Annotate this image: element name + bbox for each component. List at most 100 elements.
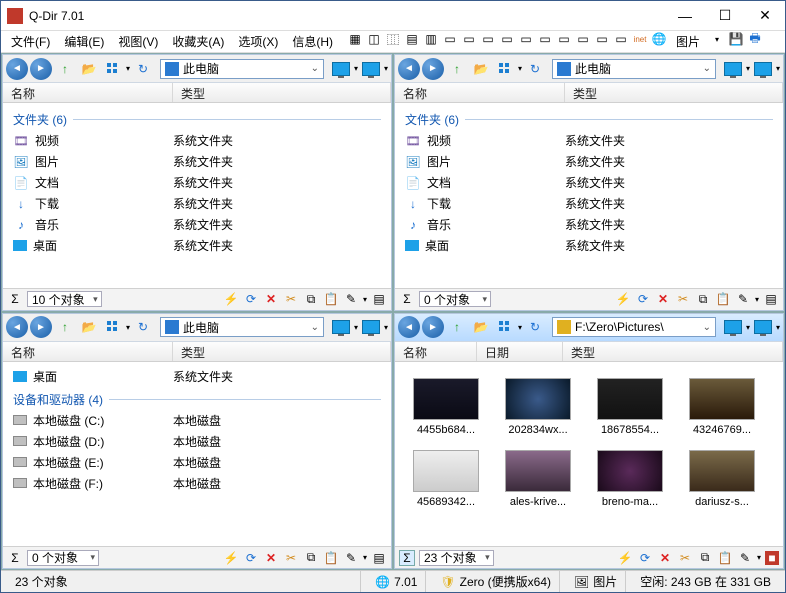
back-button[interactable]: ◄ [6, 58, 28, 80]
paste-icon[interactable]: 📋 [715, 291, 731, 307]
list-item[interactable]: 🎞视频系统文件夹 [3, 130, 391, 151]
menu-favorites[interactable]: 收藏夹(A) [166, 31, 230, 52]
list-item[interactable]: 🖼图片系统文件夹 [395, 151, 783, 172]
refresh-button[interactable]: ↻ [524, 58, 546, 80]
monitor-button[interactable] [330, 316, 352, 338]
group-drives[interactable]: 设备和驱动器 (4) [3, 387, 391, 410]
monitor-button[interactable] [360, 58, 382, 80]
forward-button[interactable]: ► [30, 316, 52, 338]
dropdown-icon[interactable]: ▾ [354, 323, 358, 332]
chevron-down-icon[interactable]: ⌄ [311, 63, 319, 74]
layout-icon[interactable]: ▭ [556, 31, 572, 47]
up-button[interactable]: ↑ [446, 58, 468, 80]
delete-icon[interactable]: ✕ [655, 291, 671, 307]
up-button[interactable]: ↑ [446, 316, 468, 338]
thumbnail[interactable]: 202834wx... [501, 378, 575, 436]
sigma-icon[interactable]: Σ [7, 291, 23, 307]
monitor-button[interactable] [360, 316, 382, 338]
layout-icon[interactable]: ▭ [461, 31, 477, 47]
status-count[interactable]: 0 个对象 [27, 550, 99, 566]
list-item[interactable]: 本地磁盘 (D:)本地磁盘 [3, 431, 391, 452]
lightning-icon[interactable]: ⚡ [223, 550, 239, 566]
cut-icon[interactable]: ✂ [675, 291, 691, 307]
refresh-button[interactable]: ↻ [132, 58, 154, 80]
folder-button[interactable]: 📂 [78, 316, 100, 338]
group-folders[interactable]: 文件夹 (6) [395, 107, 783, 130]
monitor-button[interactable] [722, 58, 744, 80]
forward-button[interactable]: ► [422, 58, 444, 80]
file-list[interactable]: 文件夹 (6) 🎞视频系统文件夹🖼图片系统文件夹📄文档系统文件夹↓下载系统文件夹… [395, 103, 783, 288]
menu-edit[interactable]: 编辑(E) [58, 31, 110, 52]
layout-icon[interactable]: ▭ [442, 31, 458, 47]
back-button[interactable]: ◄ [398, 316, 420, 338]
thumbnail[interactable]: dariusz-s... [685, 450, 759, 508]
list-item[interactable]: 桌面系统文件夹 [395, 235, 783, 256]
dropdown-icon[interactable]: ▾ [746, 64, 750, 73]
dropdown-icon[interactable]: ▾ [126, 64, 130, 73]
layout-icon[interactable]: ▭ [575, 31, 591, 47]
address-bar[interactable]: 此电脑 ⌄ [160, 59, 324, 79]
edit-icon[interactable]: ✎ [343, 550, 359, 566]
dropdown-icon[interactable]: ▾ [755, 295, 759, 304]
back-button[interactable]: ◄ [6, 316, 28, 338]
address-bar[interactable]: F:\Zero\Pictures\ ⌄ [552, 317, 716, 337]
close-button[interactable]: ✕ [745, 2, 785, 30]
status-count[interactable]: 0 个对象 [419, 291, 491, 307]
chevron-down-icon[interactable]: ⌄ [311, 322, 319, 333]
col-name[interactable]: 名称 [395, 342, 477, 361]
monitor-button[interactable] [752, 58, 774, 80]
list-item[interactable]: 本地磁盘 (E:)本地磁盘 [3, 452, 391, 473]
dropdown-icon[interactable]: ▾ [518, 64, 522, 73]
layout-icon[interactable]: ▤ [404, 31, 420, 47]
back-button[interactable]: ◄ [398, 58, 420, 80]
list-item[interactable]: 🖼图片系统文件夹 [3, 151, 391, 172]
view-button[interactable] [102, 58, 124, 80]
col-type[interactable]: 类型 [565, 83, 783, 102]
dropdown-icon[interactable]: ▾ [363, 553, 367, 562]
chevron-down-icon[interactable]: ⌄ [703, 322, 711, 333]
list-item[interactable]: 📄文档系统文件夹 [3, 172, 391, 193]
layout-icon[interactable]: ▭ [613, 31, 629, 47]
cut-icon[interactable]: ✂ [677, 550, 693, 566]
edit-icon[interactable]: ✎ [343, 291, 359, 307]
layout-icon[interactable]: ◫ [366, 31, 382, 47]
layout-icon[interactable]: ▭ [537, 31, 553, 47]
file-list[interactable]: 文件夹 (6) 🎞视频系统文件夹🖼图片系统文件夹📄文档系统文件夹↓下载系统文件夹… [3, 103, 391, 288]
copy-icon[interactable]: ⧉ [303, 550, 319, 566]
address-bar[interactable]: 此电脑 ⌄ [160, 317, 324, 337]
list-item[interactable]: ↓下载系统文件夹 [3, 193, 391, 214]
thumbnail[interactable]: 18678554... [593, 378, 667, 436]
delete-icon[interactable]: ✕ [263, 550, 279, 566]
view-button[interactable] [494, 58, 516, 80]
cut-icon[interactable]: ✂ [283, 291, 299, 307]
folder-button[interactable]: 📂 [78, 58, 100, 80]
layout-icon[interactable]: ▭ [594, 31, 610, 47]
thumbnail[interactable]: 4455b684... [409, 378, 483, 436]
list-item[interactable]: 桌面 系统文件夹 [3, 366, 391, 387]
list-item[interactable]: ↓下载系统文件夹 [395, 193, 783, 214]
dropdown-icon[interactable]: ▾ [746, 323, 750, 332]
delete-icon[interactable]: ✕ [657, 550, 673, 566]
col-type[interactable]: 类型 [173, 83, 391, 102]
dropdown-icon[interactable]: ▾ [384, 64, 388, 73]
refresh-icon[interactable]: ⟳ [243, 291, 259, 307]
list-item[interactable]: 桌面系统文件夹 [3, 235, 391, 256]
dropdown-icon[interactable]: ▾ [776, 64, 780, 73]
refresh-button[interactable]: ↻ [524, 316, 546, 338]
monitor-button[interactable] [722, 316, 744, 338]
paste-icon[interactable]: 📋 [717, 550, 733, 566]
thumbnail[interactable]: 43246769... [685, 378, 759, 436]
lightning-icon[interactable]: ⚡ [223, 291, 239, 307]
refresh-icon[interactable]: ⟳ [637, 550, 653, 566]
up-button[interactable]: ↑ [54, 316, 76, 338]
thumbnail[interactable]: breno-ma... [593, 450, 667, 508]
file-list[interactable]: 桌面 系统文件夹 设备和驱动器 (4) 本地磁盘 (C:)本地磁盘本地磁盘 (D… [3, 362, 391, 547]
layout-icon[interactable]: ⿲ [385, 31, 401, 47]
maximize-button[interactable]: ☐ [705, 2, 745, 30]
layout-icon[interactable]: ▭ [480, 31, 496, 47]
sigma-icon[interactable]: Σ [7, 550, 23, 566]
menu-icon[interactable]: ▤ [371, 550, 387, 566]
col-type[interactable]: 类型 [173, 342, 391, 361]
list-item[interactable]: ♪音乐系统文件夹 [3, 214, 391, 235]
view-button[interactable] [494, 316, 516, 338]
